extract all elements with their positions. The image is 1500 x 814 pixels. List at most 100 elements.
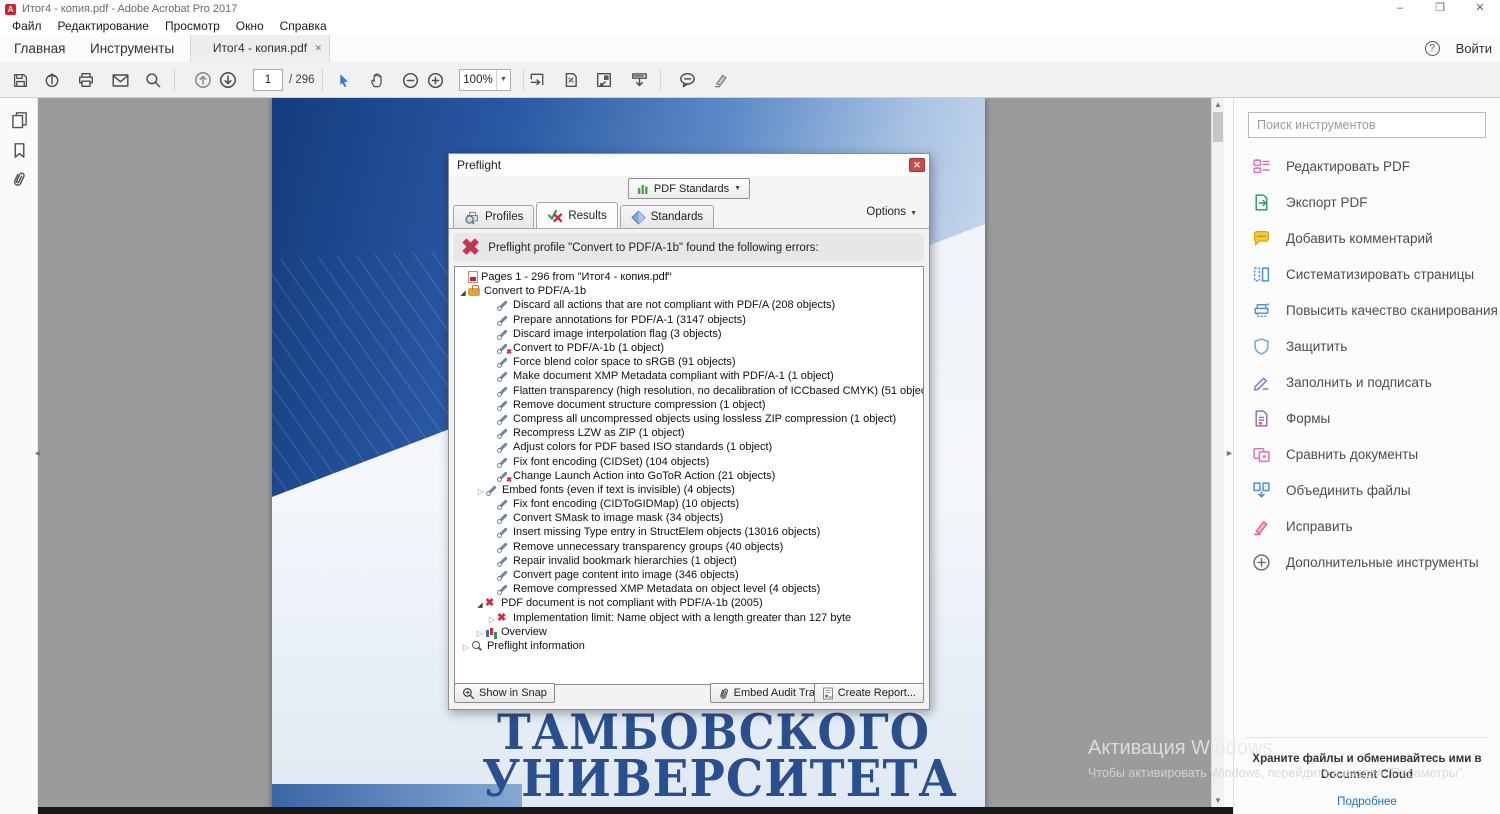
- tab-tools[interactable]: Инструменты: [86, 35, 178, 62]
- tree-item[interactable]: Overview: [455, 625, 923, 639]
- next-page-button[interactable]: [215, 67, 241, 93]
- sidebar-item-fill-sign[interactable]: Заполнить и подписать: [1234, 364, 1500, 400]
- tree-item[interactable]: Adjust colors for PDF based ISO standard…: [455, 440, 923, 454]
- tree-item[interactable]: Remove unnecessary transparency groups (…: [455, 540, 923, 554]
- sidebar-item-combine-files[interactable]: Объединить файлы: [1234, 472, 1500, 508]
- tree-item[interactable]: Remove document structure compression (1…: [455, 398, 923, 412]
- zoom-out-button[interactable]: [397, 67, 423, 93]
- tree-item[interactable]: Discard all actions that are not complia…: [455, 298, 923, 312]
- tree-item[interactable]: Fix font encoding (CIDToGIDMap) (10 obje…: [455, 497, 923, 511]
- print-button[interactable]: [73, 67, 99, 93]
- tree-item[interactable]: Pages 1 - 296 from "Итог4 - копия.pdf": [455, 270, 923, 284]
- maximize-button[interactable]: ❐: [1420, 0, 1460, 18]
- sidebar-item-forms[interactable]: Формы: [1234, 400, 1500, 436]
- fit-page-button[interactable]: [558, 67, 584, 93]
- scroll-down-icon[interactable]: ▼: [1212, 794, 1224, 807]
- preflight-results-tree[interactable]: Pages 1 - 296 from "Итог4 - копия.pdf" C…: [454, 266, 924, 685]
- signin-button[interactable]: Войти: [1456, 41, 1492, 56]
- vertical-scrollbar[interactable]: ▲ ▼: [1211, 98, 1224, 814]
- zoom-level-select[interactable]: 100% ▼: [459, 69, 511, 91]
- menu-item[interactable]: Редактирование: [50, 18, 157, 35]
- tree-item[interactable]: Discard image interpolation flag (3 obje…: [455, 327, 923, 341]
- sidebar-item-export-pdf[interactable]: Экспорт PDF: [1234, 184, 1500, 220]
- tree-item[interactable]: Change Launch Action into GoToR Action (…: [455, 469, 923, 483]
- tree-item[interactable]: Repair invalid bookmark hierarchies (1 o…: [455, 554, 923, 568]
- comment-icon: [679, 72, 695, 88]
- options-dropdown[interactable]: Options ▼: [866, 206, 917, 218]
- previous-page-button[interactable]: [190, 67, 216, 93]
- menu-item[interactable]: Просмотр: [157, 18, 228, 35]
- bookmarks-button[interactable]: [7, 138, 31, 162]
- help-icon[interactable]: ?: [1424, 41, 1440, 56]
- preflight-title-bar[interactable]: Preflight ✕: [449, 154, 929, 176]
- tree-item[interactable]: Convert page content into image (346 obj…: [455, 568, 923, 582]
- fit-width-button[interactable]: [524, 67, 550, 93]
- tab-profiles[interactable]: Profiles: [453, 205, 535, 228]
- hand-tool-button[interactable]: [364, 67, 390, 93]
- page-thumbnails-button[interactable]: [7, 108, 31, 132]
- page-number-input[interactable]: [253, 69, 283, 91]
- tab-standards[interactable]: Standards: [619, 205, 715, 228]
- sidebar-item-compare-files[interactable]: Сравнить документы: [1234, 436, 1500, 472]
- highlight-tool-button[interactable]: [708, 67, 734, 93]
- tree-item[interactable]: Fix font encoding (CIDSet) (104 objects): [455, 454, 923, 468]
- tree-item[interactable]: Recompress LZW as ZIP (1 object): [455, 426, 923, 440]
- close-button[interactable]: ✕: [1460, 0, 1500, 18]
- create-report-button[interactable]: Create Report...: [813, 683, 924, 703]
- search-button[interactable]: [140, 67, 166, 93]
- sidebar-item-organize-pages[interactable]: Систематизировать страницы: [1234, 256, 1500, 292]
- save-button[interactable]: [7, 67, 33, 93]
- sidebar-item-fix[interactable]: Исправить: [1234, 508, 1500, 544]
- tree-item[interactable]: Compress all uncompressed objects using …: [455, 412, 923, 426]
- tree-expand-arrow[interactable]: [461, 637, 471, 655]
- menu-item[interactable]: Справка: [272, 18, 335, 35]
- expand-right-panel-arrow[interactable]: ►: [1225, 448, 1234, 458]
- tab-home[interactable]: Главная: [10, 35, 69, 62]
- show-in-snap-button[interactable]: Show in Snap: [454, 683, 555, 703]
- tree-expand-arrow[interactable]: [487, 609, 497, 627]
- tab-document[interactable]: Итог4 - копия.pdf ✕: [190, 35, 330, 62]
- scrollbar-thumb[interactable]: [1213, 112, 1223, 142]
- tree-item[interactable]: PDF document is not compliant with PDF/A…: [455, 596, 923, 610]
- sidebar-item-enhance-scans[interactable]: Повысить качество сканирования: [1234, 292, 1500, 328]
- tree-expand-arrow[interactable]: [476, 481, 486, 499]
- select-tool-button[interactable]: [330, 67, 356, 93]
- comment-tool-button[interactable]: [674, 67, 700, 93]
- sidebar-item-protect[interactable]: Защитить: [1234, 328, 1500, 364]
- tree-item[interactable]: Remove compressed XMP Metadata on object…: [455, 582, 923, 596]
- tree-item[interactable]: Force blend color space to sRGB (91 obje…: [455, 355, 923, 369]
- attachments-button[interactable]: [7, 166, 31, 190]
- tree-item[interactable]: Insert missing Type entry in StructElem …: [455, 525, 923, 539]
- tree-item[interactable]: Convert to PDF/A-1b (1 object): [455, 341, 923, 355]
- reading-mode-button[interactable]: [626, 67, 652, 93]
- pdf-standards-dropdown[interactable]: PDF Standards ▼: [627, 178, 751, 199]
- tree-item[interactable]: Embed fonts (even if text is invisible) …: [455, 483, 923, 497]
- minimize-button[interactable]: –: [1380, 0, 1420, 18]
- tab-results[interactable]: Results: [536, 202, 618, 228]
- tree-expand-arrow[interactable]: [475, 623, 485, 641]
- tree-item[interactable]: Prepare annotations for PDF/A-1 (3147 ob…: [455, 313, 923, 327]
- tree-expand-arrow[interactable]: [475, 594, 485, 612]
- share-cloud-button[interactable]: [39, 67, 65, 93]
- email-button[interactable]: [107, 67, 133, 93]
- tree-item[interactable]: Make document XMP Metadata compliant wit…: [455, 369, 923, 383]
- actual-size-button[interactable]: [591, 67, 617, 93]
- promo-learn-more-link[interactable]: Подробнее: [1337, 796, 1397, 808]
- search-input[interactable]: [1248, 112, 1486, 138]
- menu-item[interactable]: Файл: [4, 18, 50, 35]
- tree-expand-arrow[interactable]: [458, 282, 468, 300]
- scroll-up-icon[interactable]: ▲: [1212, 98, 1224, 111]
- preflight-close-button[interactable]: ✕: [909, 158, 925, 172]
- tree-item[interactable]: Implementation limit: Name object with a…: [455, 611, 923, 625]
- collapse-left-panel-arrow[interactable]: ◄: [33, 448, 42, 458]
- tree-item[interactable]: Convert to PDF/A-1b: [455, 284, 923, 298]
- tree-item[interactable]: Preflight information: [455, 639, 923, 653]
- zoom-in-button[interactable]: [422, 67, 448, 93]
- sidebar-item-edit-pdf[interactable]: Редактировать PDF: [1234, 148, 1500, 184]
- sidebar-item-add-comment[interactable]: Добавить комментарий: [1234, 220, 1500, 256]
- tab-close-icon[interactable]: ✕: [314, 35, 322, 62]
- sidebar-item-more-tools[interactable]: Дополнительные инструменты: [1234, 544, 1500, 580]
- menu-item[interactable]: Окно: [228, 18, 272, 35]
- tree-item[interactable]: Flatten transparency (high resolution, n…: [455, 384, 923, 398]
- tree-item[interactable]: Convert SMask to image mask (34 objects): [455, 511, 923, 525]
